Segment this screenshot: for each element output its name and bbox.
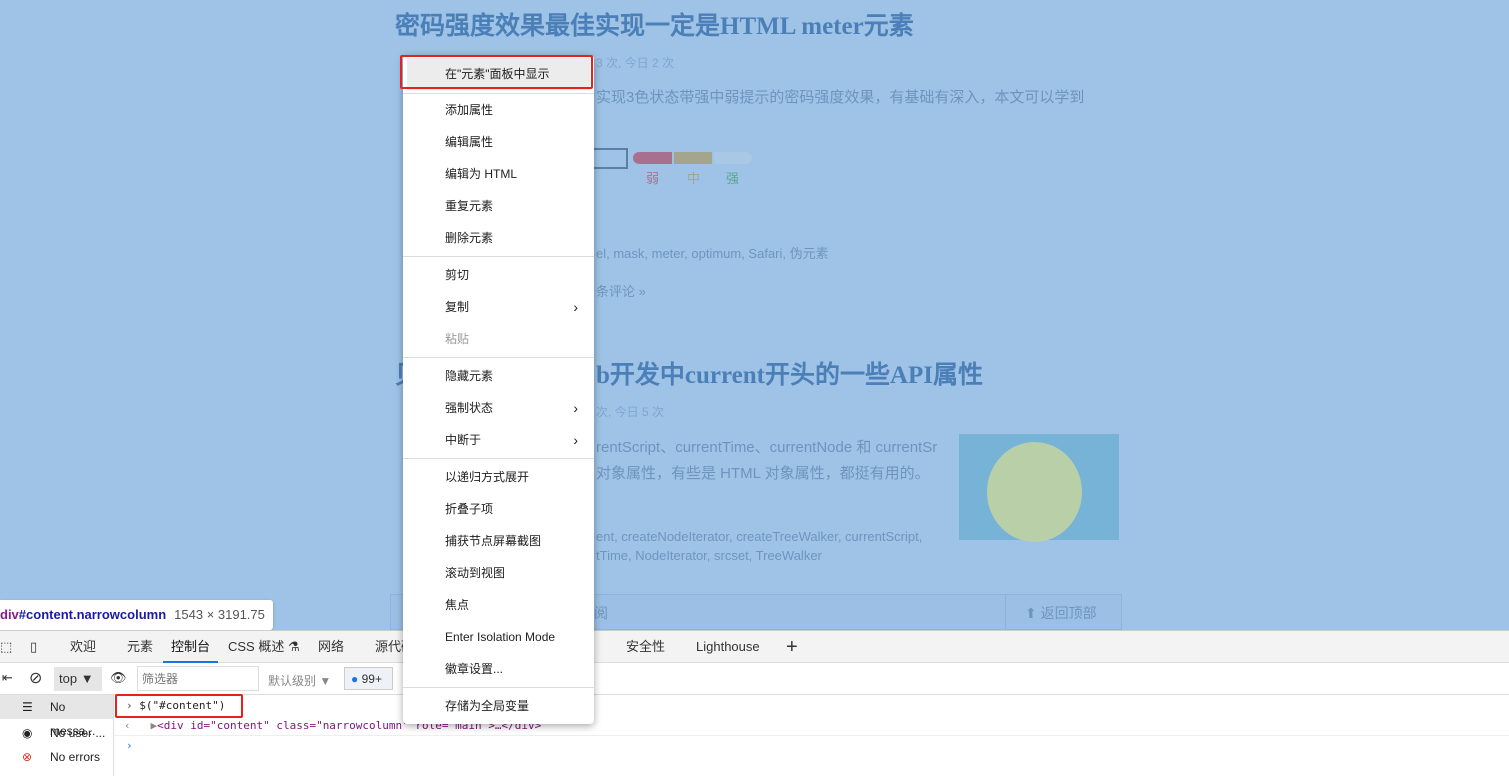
tab-network[interactable]: 网络 xyxy=(318,631,344,663)
webpage-highlighted: 密码强度效果最佳实现一定是HTML meter元素 3 次, 今日 2 次 实现… xyxy=(0,0,1509,630)
list-icon: ☰ xyxy=(22,700,33,714)
menu-item-store-global-variable[interactable]: 存储为全局变量 xyxy=(403,690,594,722)
eye-icon[interactable]: 👁 xyxy=(110,670,127,686)
menu-item-copy[interactable]: 复制 › xyxy=(403,291,594,323)
menu-item-break-on[interactable]: 中断于 › xyxy=(403,424,594,456)
filter-input[interactable] xyxy=(137,666,259,691)
menu-item-paste: 粘贴 xyxy=(445,332,470,346)
tab-elements[interactable]: 元素 xyxy=(127,631,153,663)
menu-item-edit-attribute[interactable]: 编辑属性 xyxy=(403,126,594,158)
tab-css-overview[interactable]: CSS 概述 ⚗ xyxy=(228,631,300,663)
inspect-icon[interactable]: ⬚ xyxy=(0,631,12,663)
chevron-right-icon: › xyxy=(573,400,578,416)
flask-icon: ⚗ xyxy=(287,639,300,654)
article2-excerpt-2: 对象属性，有些是 HTML 对象属性，都挺有用的。 xyxy=(596,465,930,482)
label-medium: 中 xyxy=(687,171,701,186)
menu-item-isolation-mode[interactable]: Enter Isolation Mode xyxy=(403,621,594,653)
user-icon: ◉ xyxy=(22,726,33,740)
comments-link[interactable]: 条评论 » xyxy=(596,281,646,300)
console-output: › $("#content") ‹ ▶<div id="content" cla… xyxy=(114,695,1509,776)
context-select[interactable]: top ▼ xyxy=(54,667,102,691)
tab-lighthouse[interactable]: Lighthouse xyxy=(696,631,760,663)
menu-item-hide-element[interactable]: 隐藏元素 xyxy=(403,360,594,392)
article-tags: el, mask, meter, optimum, Safari, 伪元素 xyxy=(596,246,829,261)
label-strong: 强 xyxy=(726,171,740,186)
back-to-top-button[interactable]: ⬆ 返回顶部 xyxy=(1025,603,1097,623)
menu-item-capture-screenshot[interactable]: 捕获节点屏幕截图 xyxy=(403,525,594,557)
article2-title[interactable]: b开发中current开头的一些API属性 xyxy=(596,355,983,391)
article-title[interactable]: 密码强度效果最佳实现一定是HTML meter元素 xyxy=(395,6,914,42)
menu-item-duplicate-element[interactable]: 重复元素 xyxy=(403,190,594,222)
meter-medium xyxy=(674,152,712,164)
sidebar-toggle-icon[interactable]: ⇤ xyxy=(2,670,13,686)
devtools-tabs: ⬚ ▯ 欢迎 元素 控制台 CSS 概述 ⚗ 网络 源代码 安全性 Lighth… xyxy=(0,631,1509,663)
article2-tags-2: tTime, NodeIterator, srcset, TreeWalker xyxy=(596,548,822,563)
menu-item-scroll-into-view[interactable]: 滚动到视图 xyxy=(403,557,594,589)
error-icon: ⊗ xyxy=(22,750,33,764)
sidebar-item-user-messages[interactable]: ◉ No user ... xyxy=(0,721,113,745)
tab-security[interactable]: 安全性 xyxy=(626,631,665,663)
article2-meta: 次, 今日 5 次 xyxy=(596,405,665,419)
tab-welcome[interactable]: 欢迎 xyxy=(70,631,96,663)
menu-item-delete-element[interactable]: 删除元素 xyxy=(403,222,594,254)
context-menu: 在"元素"面板中显示 添加属性 编辑属性 编辑为 HTML 重复元素 删除元素 … xyxy=(403,55,594,724)
message-icon: ● xyxy=(351,672,359,686)
menu-item-edit-as-html[interactable]: 编辑为 HTML xyxy=(403,158,594,190)
annotation-box-console xyxy=(115,694,243,718)
menu-item-add-attribute[interactable]: 添加属性 xyxy=(403,94,594,126)
sidebar-item-errors[interactable]: ⊗ No errors xyxy=(0,745,113,769)
clear-console-icon[interactable]: ⊘ xyxy=(29,668,42,688)
meter-weak xyxy=(633,152,672,164)
crane-thumbnail[interactable] xyxy=(959,434,1119,542)
up-arrow-icon: ⬆ xyxy=(1025,605,1037,621)
add-tab-icon[interactable]: + xyxy=(786,631,798,663)
article-excerpt: 实现3色状态带强中弱提示的密码强度效果，有基础有深入，本文可以学到 xyxy=(596,89,1085,106)
annotation-box-menu xyxy=(400,55,593,89)
menu-item-badge-settings[interactable]: 徽章设置... xyxy=(403,653,594,685)
article2-tags-1: ent, createNodeIterator, createTreeWalke… xyxy=(596,529,923,544)
read-link[interactable]: 阅 xyxy=(594,603,608,623)
menu-item-expand-recursively[interactable]: 以递归方式展开 xyxy=(403,461,594,493)
tab-console[interactable]: 控制台 xyxy=(163,631,219,663)
back-to-top-label: 返回顶部 xyxy=(1040,605,1097,621)
article-meta: 3 次, 今日 2 次 xyxy=(596,56,675,70)
menu-item-force-state[interactable]: 强制状态 › xyxy=(403,392,594,424)
console-sidebar: ☰ No messa... ◉ No user ... ⊗ No errors xyxy=(0,695,114,776)
article2-excerpt-1: rentScript、currentTime、currentNode 和 cur… xyxy=(596,439,938,456)
label-weak: 弱 xyxy=(646,171,660,186)
issues-badge[interactable]: ● 99+ xyxy=(344,667,393,690)
element-tooltip: div#content.narrowcolumn 1543 × 3191.75 xyxy=(0,600,273,630)
sidebar-item-messages[interactable]: ☰ No messa... xyxy=(0,695,113,738)
chevron-right-icon: › xyxy=(573,299,578,315)
log-level-select[interactable]: 默认级别 ▼ xyxy=(268,672,331,689)
console-prompt[interactable]: › xyxy=(126,739,133,752)
console-toolbar: ⇤ ⊘ top ▼ 👁 默认级别 ▼ ● 99+ xyxy=(0,663,1509,695)
menu-item-focus[interactable]: 焦点 xyxy=(403,589,594,621)
menu-item-cut[interactable]: 剪切 xyxy=(403,259,594,291)
chevron-right-icon: › xyxy=(573,432,578,448)
menu-item-collapse-children[interactable]: 折叠子项 xyxy=(403,493,594,525)
meter-strong xyxy=(714,152,752,164)
device-toolbar-icon[interactable]: ▯ xyxy=(30,631,37,663)
